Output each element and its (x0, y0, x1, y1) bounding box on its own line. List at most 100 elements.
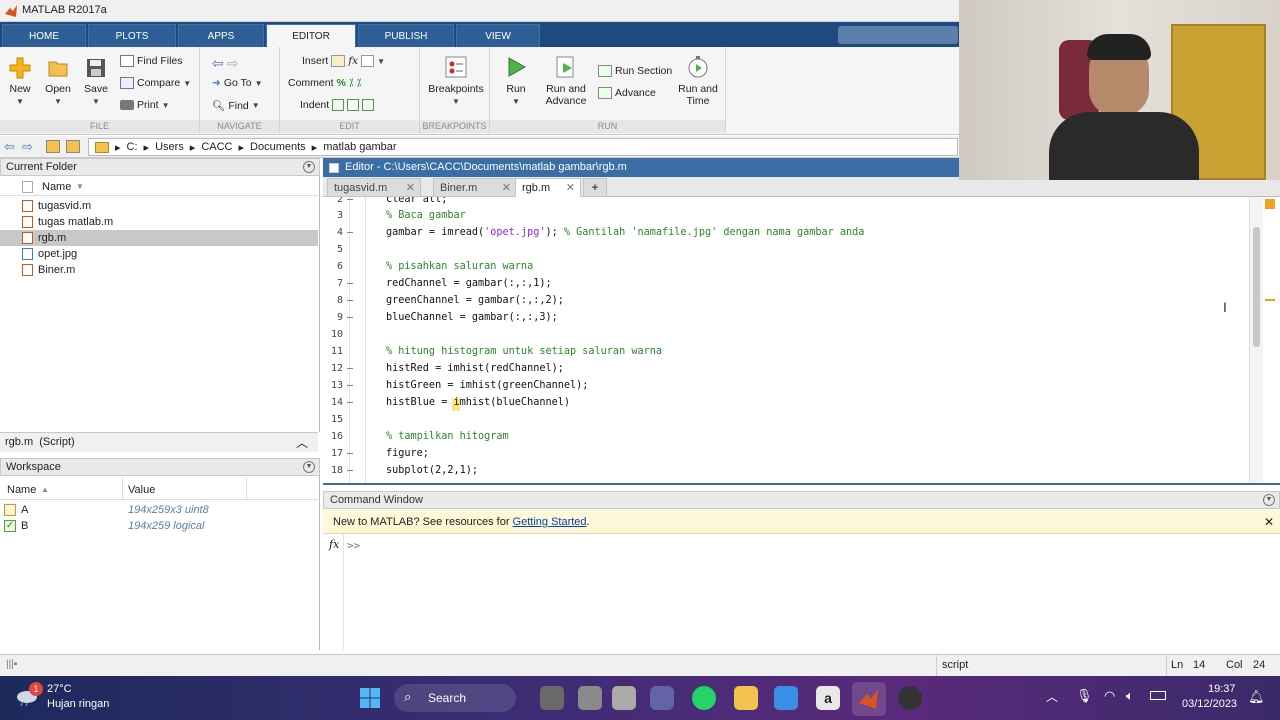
code-line[interactable]: histGreen = imhist(greenChannel); (386, 380, 588, 391)
editor-tab-biner[interactable]: Biner.m ✕ (433, 178, 517, 197)
code-line-comment[interactable]: % hitung histogram untuk setiap saluran … (386, 346, 662, 357)
dash-marker[interactable]: — (347, 227, 353, 238)
file-item-selected[interactable]: rgb.m (0, 230, 318, 246)
path-part-cacc[interactable]: CACC (201, 141, 232, 153)
run-and-time-button[interactable]: Run and Time (676, 55, 720, 107)
code-analyzer-warning-icon[interactable] (1265, 199, 1275, 209)
file-item[interactable]: tugas matlab.m (0, 214, 318, 230)
find-button[interactable]: 🔍︎ Find ▼ (212, 99, 260, 113)
dash-marker[interactable]: — (347, 363, 353, 374)
code-line[interactable]: blueChannel = gambar(:,:,3); (386, 312, 558, 323)
close-icon[interactable]: ✕ (406, 179, 415, 198)
path-part-matlab-gambar[interactable]: matlab gambar (323, 141, 396, 153)
file-explorer-app-icon[interactable] (578, 686, 602, 710)
path-part-drive[interactable]: C: (127, 141, 138, 153)
path-box[interactable]: ▸ C: ▸ Users ▸ CACC ▸ Documents ▸ matlab… (88, 138, 958, 156)
weather-desc[interactable]: Hujan ringan (47, 698, 109, 710)
dash-marker[interactable]: — (347, 380, 353, 391)
tab-apps[interactable]: APPS (178, 24, 264, 47)
file-item[interactable]: opet.jpg (0, 246, 318, 262)
matlab-taskbar-active[interactable] (852, 682, 886, 716)
code-line-comment[interactable]: % tampilkan hitogram (386, 431, 509, 442)
dash-marker[interactable]: — (347, 197, 353, 205)
clock-date[interactable]: 03/12/2023 (1182, 698, 1237, 710)
command-window[interactable]: fx >> (323, 534, 1280, 650)
advance-button[interactable]: Advance (598, 87, 656, 99)
tab-editor[interactable]: EDITOR (266, 24, 356, 47)
name-column-header[interactable]: Name ▼ (0, 178, 318, 196)
path-part-documents[interactable]: Documents (250, 141, 306, 153)
clock-time[interactable]: 19:37 (1208, 683, 1236, 695)
weather-temp[interactable]: 27°C (47, 683, 72, 695)
windows-start-icon[interactable] (358, 686, 382, 710)
dash-marker[interactable]: — (347, 312, 353, 323)
warning-marker[interactable] (1265, 299, 1275, 301)
vertical-scrollbar[interactable] (1249, 197, 1263, 483)
workspace-row[interactable]: ✓ B 194x259 logical (0, 518, 318, 534)
open-button[interactable]: Open ▼ (42, 57, 74, 107)
panel-menu-icon[interactable]: ▼ (1263, 494, 1275, 506)
editor-tab-rgb[interactable]: rgb.m ✕ (515, 178, 581, 197)
insert-button[interactable]: Insert fx ▼ (302, 55, 385, 67)
breakpoints-button[interactable]: Breakpoints ▼ (426, 55, 486, 107)
name-column-label[interactable]: Name (7, 484, 36, 496)
taskbar-search-box[interactable]: ⌕ Search (394, 684, 516, 712)
dash-marker[interactable]: — (347, 448, 353, 459)
code-line[interactable]: greenChannel = gambar(:,:,2); (386, 295, 564, 306)
panel-menu-icon[interactable]: ▼ (303, 161, 315, 173)
run-and-advance-button[interactable]: Run and Advance (540, 55, 592, 107)
path-part-users[interactable]: Users (155, 141, 184, 153)
run-section-button[interactable]: Run Section (598, 65, 672, 77)
code-line[interactable]: redChannel = gambar(:,:,1); (386, 278, 552, 289)
browse-folder-icon[interactable] (66, 140, 80, 153)
back-arrow-icon[interactable]: ⇦ (4, 139, 15, 155)
code-line-comment[interactable]: % Baca gambar (386, 210, 466, 221)
scrollbar-thumb[interactable] (1253, 227, 1260, 347)
dash-marker[interactable]: — (347, 295, 353, 306)
code-line[interactable]: subplot(2,2,1); (386, 465, 478, 476)
file-item[interactable]: Biner.m (0, 262, 318, 278)
up-folder-icon[interactable] (46, 140, 60, 153)
code-line[interactable]: histRed = imhist(redChannel); (386, 363, 564, 374)
code-editor[interactable]: 2 — clear all; 3 % Baca gambar 4 — gambar = i… (323, 197, 1280, 485)
volume-icon[interactable]: 🔈︎ (1126, 688, 1134, 704)
forward-arrow-icon[interactable]: ⇨ (22, 139, 33, 155)
code-line-comment[interactable]: % pisahkan saluran warna (386, 261, 533, 272)
indent-button[interactable]: Indent (300, 99, 375, 111)
tab-publish[interactable]: PUBLISH (358, 24, 454, 47)
editor-tab-tugasvid[interactable]: tugasvid.m ✕ (327, 178, 421, 197)
taskbar-app-icon[interactable] (612, 686, 636, 710)
obs-studio-icon[interactable] (898, 686, 922, 710)
microsoft-store-icon[interactable] (774, 686, 798, 710)
print-button[interactable]: Print ▼ (120, 99, 170, 111)
panel-menu-icon[interactable]: ▼ (303, 461, 315, 473)
quick-access-toolbar[interactable] (838, 26, 958, 44)
fx-function-browser-icon[interactable]: fx (329, 538, 339, 551)
battery-icon[interactable] (1150, 691, 1166, 700)
tab-plots[interactable]: PLOTS (88, 24, 176, 47)
close-icon[interactable]: ✕ (502, 179, 511, 198)
task-view-icon[interactable] (540, 686, 564, 710)
getting-started-link[interactable]: Getting Started (513, 516, 587, 528)
workspace-row[interactable]: A 194x259x3 uint8 (0, 502, 318, 518)
microphone-icon[interactable]: 🎙︎ (1076, 688, 1093, 704)
find-files-button[interactable]: Find Files (120, 55, 183, 67)
amazon-app-icon[interactable]: a (816, 686, 840, 710)
compare-button[interactable]: Compare ▼ (120, 77, 191, 89)
file-explorer-folder-icon[interactable] (734, 686, 758, 710)
tab-view[interactable]: VIEW (456, 24, 540, 47)
dash-marker[interactable]: — (347, 278, 353, 289)
add-tab-button[interactable]: + (583, 178, 607, 197)
chevron-up-icon[interactable]: ︿ (296, 434, 308, 451)
code-line[interactable]: gambar = imread('opet.jpg'); % Gantilah … (386, 227, 864, 238)
code-line[interactable]: figure; (386, 448, 429, 459)
new-button[interactable]: New ▼ (6, 57, 34, 107)
notification-bell-icon[interactable]: 🔔︎ (1248, 689, 1265, 705)
close-icon[interactable]: ✕ (566, 179, 575, 198)
comment-button[interactable]: Comment% ⁒ ⁒ (288, 77, 361, 89)
dash-marker[interactable]: — (347, 397, 353, 408)
back-forward-buttons[interactable]: ⇦ ⇨ (212, 55, 238, 72)
file-item[interactable]: tugasvid.m (0, 198, 318, 214)
run-button[interactable]: Run ▼ (500, 55, 532, 107)
whatsapp-icon[interactable] (692, 686, 716, 710)
